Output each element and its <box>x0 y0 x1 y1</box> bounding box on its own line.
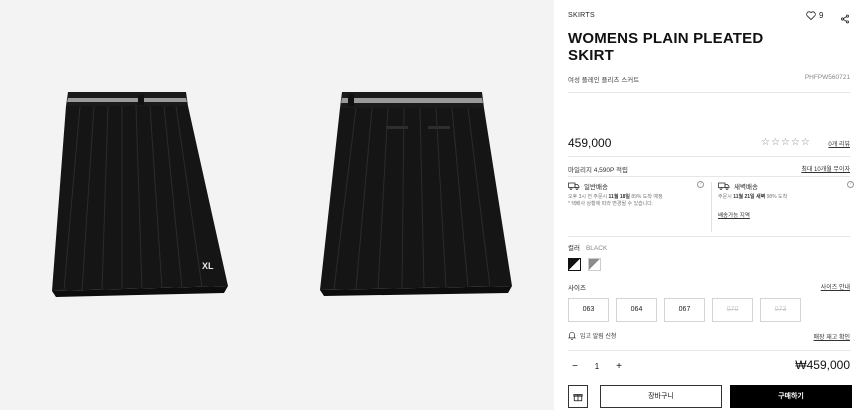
quantity-decrease-button[interactable]: − <box>568 361 582 372</box>
size-option-070[interactable]: 070 <box>712 298 753 322</box>
product-info-panel: SKIRTS 9 WOMENS PLAIN PLEATED SKIRT 여성 플… <box>554 0 860 410</box>
dawn-shipping-title: 새벽배송 <box>734 184 758 191</box>
quantity-increase-button[interactable]: + <box>612 361 626 372</box>
breadcrumb-category[interactable]: SKIRTS <box>568 12 595 19</box>
color-swatch-black[interactable] <box>568 258 581 271</box>
size-label: 사이즈 <box>568 285 586 292</box>
divider <box>568 236 850 237</box>
heart-icon <box>806 11 816 20</box>
dawn-shipping: 새벽배송 ? 주문시 11월 21일 새벽 98% 도착 배송가능 지역 <box>718 181 854 237</box>
dawn-shipping-eta: 주문시 11월 21일 새벽 98% 도착 <box>718 194 788 200</box>
divider <box>711 182 712 232</box>
size-option-063[interactable]: 063 <box>568 298 609 322</box>
divider <box>568 156 850 157</box>
installment-link[interactable]: 최대 10개월 무이자 <box>801 164 850 173</box>
wishlist-button[interactable]: 9 <box>806 11 823 20</box>
size-option-073[interactable]: 073 <box>760 298 801 322</box>
star-icon: ☆ <box>800 137 810 148</box>
divider <box>568 92 850 93</box>
size-option-064[interactable]: 064 <box>616 298 657 322</box>
product-title: WOMENS PLAIN PLEATED SKIRT <box>568 30 764 64</box>
divider <box>568 176 850 177</box>
color-swatch-grey[interactable] <box>588 258 601 271</box>
star-icon: ☆ <box>770 137 780 148</box>
product-price: 459,000 <box>568 136 612 150</box>
reviews-link[interactable]: 0개 리뷰 <box>828 139 850 148</box>
star-icon: ☆ <box>790 137 800 148</box>
size-option-067[interactable]: 067 <box>664 298 705 322</box>
help-icon[interactable]: ? <box>847 181 854 188</box>
size-guide-link[interactable]: 사이즈 안내 <box>821 282 850 291</box>
skirt-front-image[interactable]: XL <box>52 86 232 298</box>
buy-now-button[interactable]: 구매하기 <box>730 385 852 408</box>
dawn-delivery-area-link[interactable]: 배송가능 지역 <box>718 211 750 219</box>
rating-stars[interactable]: ☆ ☆ ☆ ☆ ☆ <box>761 137 810 148</box>
add-to-cart-button[interactable]: 장바구니 <box>600 385 722 408</box>
bell-icon <box>568 331 576 340</box>
share-button[interactable] <box>840 11 850 29</box>
star-icon: ☆ <box>761 137 770 148</box>
skirt-back-image[interactable] <box>318 86 514 298</box>
product-sku: PHFPW560721 <box>804 74 850 81</box>
product-subtitle: 여성 플레인 플리츠 스커트 <box>568 77 640 84</box>
store-stock-link[interactable]: 매장 재고 확인 <box>814 332 850 341</box>
gift-icon <box>573 393 583 401</box>
star-icon: ☆ <box>780 137 790 148</box>
divider <box>568 350 850 351</box>
gift-button[interactable] <box>568 385 588 408</box>
color-label: 컬러 BLACK <box>568 245 608 252</box>
share-icon <box>841 14 849 24</box>
selected-color: BLACK <box>585 245 608 252</box>
total-price: ₩459,000 <box>795 358 850 372</box>
truck-icon <box>568 182 580 190</box>
standard-shipping-note: * 택배사 상황에 따라 변경될 수 있습니다. <box>568 201 654 207</box>
brand-logo: XL <box>202 261 214 271</box>
quantity-stepper: − 1 + <box>568 357 626 375</box>
truck-icon <box>718 182 730 190</box>
restock-label: 입고 알림 신청 <box>580 334 617 340</box>
help-icon[interactable]: ? <box>697 181 704 188</box>
standard-shipping: 일반배송 ? 오후 3시 전 주문시 11월 18일 89% 도착 예정 * 택… <box>568 181 704 237</box>
quantity-value[interactable]: 1 <box>595 362 599 371</box>
restock-alert-button[interactable]: 입고 알림 신청 <box>568 331 616 340</box>
standard-shipping-eta: 오후 3시 전 주문시 11월 18일 89% 도착 예정 <box>568 194 663 200</box>
mileage-info: 마일리지 4,590P 적립 <box>568 167 628 174</box>
standard-shipping-title: 일반배송 <box>584 184 608 191</box>
product-gallery: XL <box>0 0 554 410</box>
wishlist-count: 9 <box>819 11 824 20</box>
